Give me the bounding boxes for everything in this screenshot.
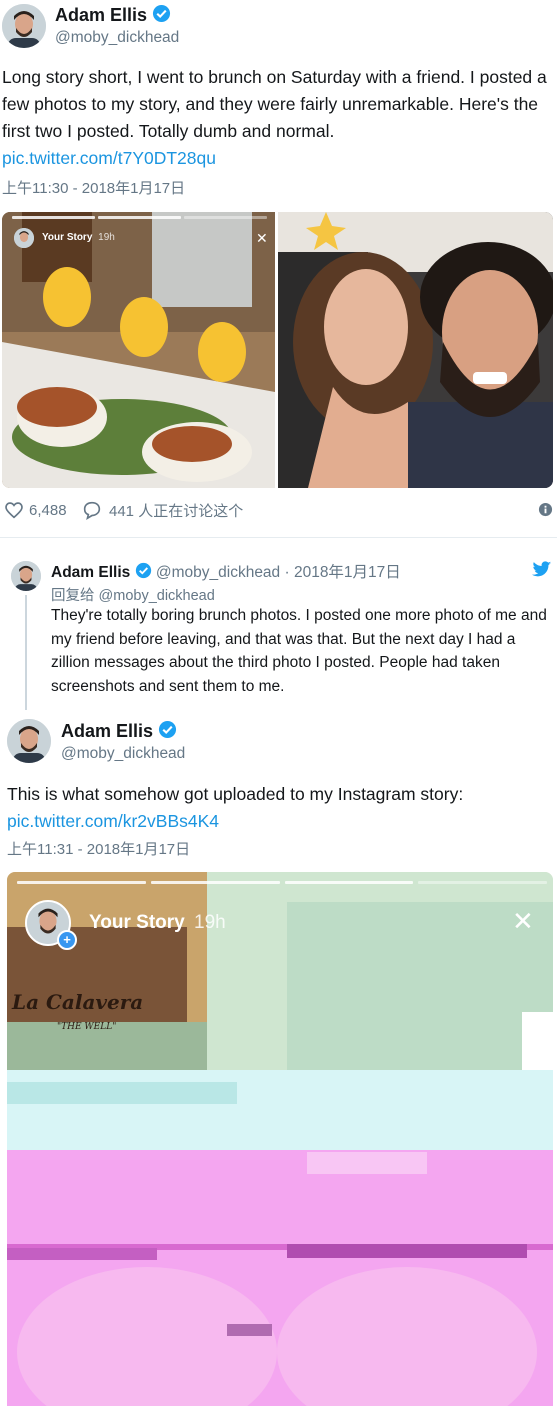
glitched-story-photo[interactable]: + Your Story 19h ✕ La Calavera "THE WELL… [7,872,553,1406]
close-icon[interactable]: ✕ [512,908,534,934]
handle[interactable]: @moby_dickhead [55,29,179,47]
thread-line [25,595,27,710]
story-label-text: Your Story [42,232,93,243]
story-progress [12,216,267,219]
tweet-body: Long story short, I went to brunch on Sa… [2,67,547,141]
close-icon[interactable]: ✕ [256,231,268,245]
handle[interactable]: @moby_dickhead [61,745,185,763]
sign-subtext: "THE WELL" [57,1022,117,1032]
like-count: 6,488 [29,501,67,519]
author-row: Adam Ellis [55,4,171,28]
reply-text: They're totally boring brunch photos. I … [51,607,547,695]
story-age: 19h [194,912,226,933]
timestamp[interactable]: 上午11:30 - 2018年1月17日 [2,177,185,198]
avatar[interactable] [7,719,51,763]
display-name[interactable]: Adam Ellis [61,721,153,741]
verified-badge-icon [135,562,152,584]
display-name[interactable]: Adam Ellis [55,5,147,25]
story-age: 19h [98,232,115,243]
twitter-bird-icon[interactable] [532,561,552,583]
divider [0,537,557,538]
reply-display-name[interactable]: Adam Ellis [51,564,130,581]
reply-button[interactable]: 441 人正在讨论这个 [81,499,243,521]
tweet-media-link[interactable]: pic.twitter.com/kr2vBBs4K4 [7,808,547,835]
discussion-count: 441 人正在讨论这个 [109,502,244,520]
avatar[interactable] [2,4,46,48]
timestamp[interactable]: 上午11:31 - 2018年1月17日 [7,838,190,859]
story-avatar [14,228,34,248]
tweet-text: Long story short, I went to brunch on Sa… [2,64,550,172]
action-bar: 6,488 441 人正在讨论这个 [3,499,553,523]
story-label: Your Story 19h [89,912,226,934]
tweet-media-link[interactable]: pic.twitter.com/t7Y0DT28qu [2,148,216,168]
like-button[interactable]: 6,488 [3,499,67,521]
selfie-photo[interactable] [278,212,553,488]
tweet-body: This is what somehow got uploaded to my … [7,784,464,804]
reply-author-row: Adam Ellis @moby_dickhead · 2018年1月17日 [51,560,401,584]
add-story-icon: + [57,930,77,950]
story-label-text: Your Story [89,912,185,933]
reply-to[interactable]: 回复给 @moby_dickhead [51,584,215,605]
verified-badge-icon [152,4,171,28]
author-row: Adam Ellis [61,720,177,744]
reply-handle-date[interactable]: @moby_dickhead · 2018年1月17日 [156,564,401,581]
info-icon[interactable] [538,502,553,522]
heart-icon [5,502,23,519]
brunch-photo[interactable]: Your Story 19h ✕ [2,212,275,488]
story-label: Your Story 19h [42,232,115,243]
sign-text: La Calavera [12,990,144,1014]
comment-icon [83,501,101,520]
tweet-text: This is what somehow got uploaded to my … [7,781,547,835]
reply-avatar[interactable] [11,561,41,591]
story-progress [17,881,547,884]
verified-badge-icon [158,720,177,744]
